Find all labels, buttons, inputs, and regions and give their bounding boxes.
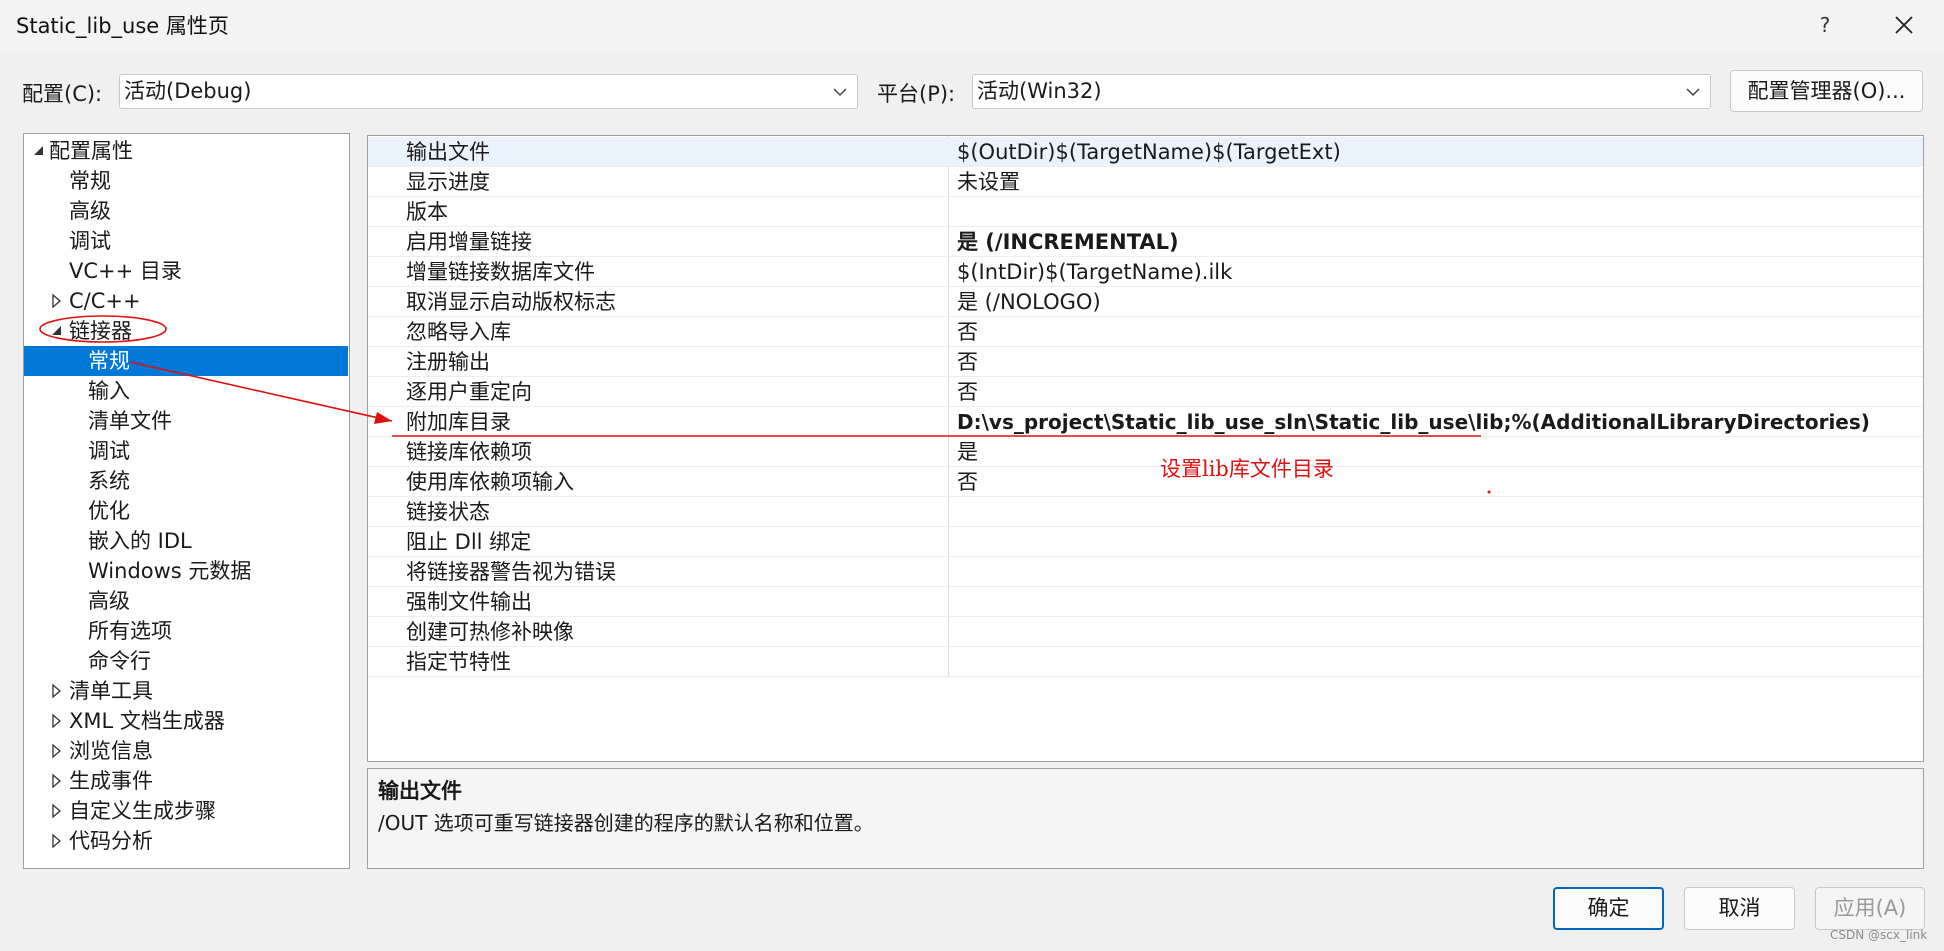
annotation-overlay (39, 315, 1491, 494)
annotation-circle (39, 315, 167, 343)
watermark: CSDN @scx_link (1830, 928, 1928, 942)
annotation-text: 设置lib库文件目录 (1160, 457, 1334, 481)
arrow-head-icon (374, 412, 392, 424)
annotation-dot (1487, 490, 1491, 494)
annotation-arrow-line (129, 361, 393, 422)
